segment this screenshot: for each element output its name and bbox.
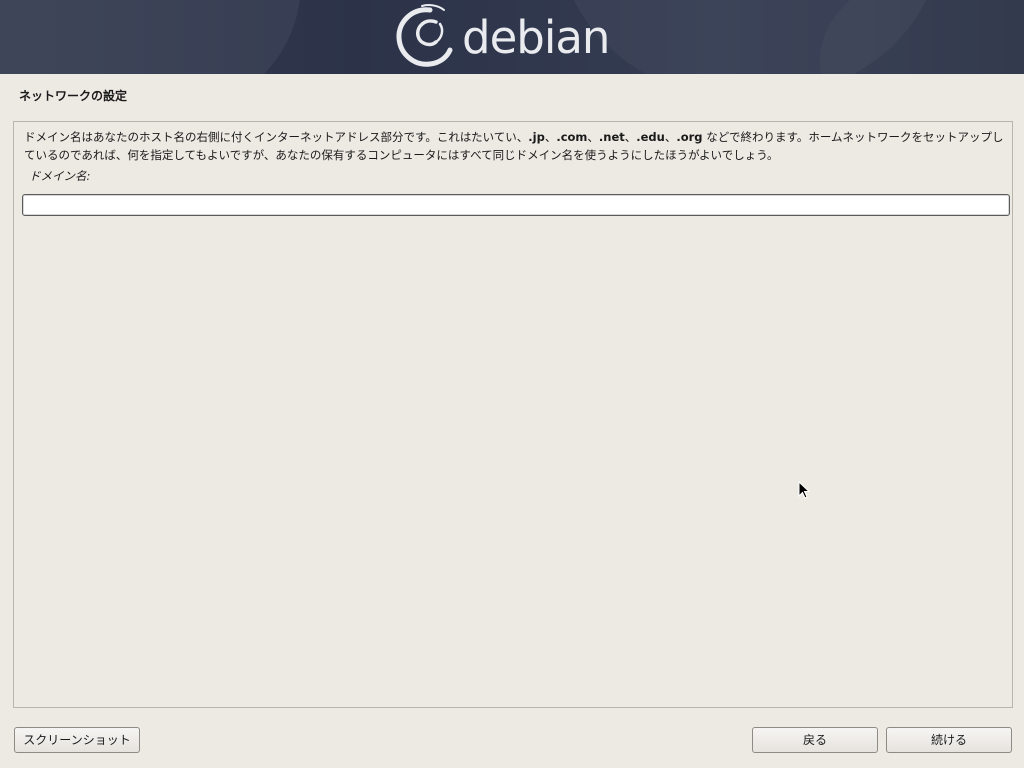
debian-swirl-icon (396, 4, 453, 67)
debian-logo: debian (392, 2, 610, 72)
logo-text: debian (462, 10, 610, 64)
screenshot-button[interactable]: スクリーンショット (14, 727, 140, 753)
description-segment: 、 (587, 130, 599, 144)
banner-decoration (0, 0, 300, 74)
description-segment: 、 (544, 130, 557, 144)
tld-example: .jp (528, 130, 545, 144)
description-segment: 、 (664, 130, 677, 144)
description-segment: 、 (624, 130, 637, 144)
page-title: ネットワークの設定 (19, 89, 128, 103)
tld-example: .com (556, 130, 588, 144)
back-button[interactable]: 戻る (752, 727, 878, 753)
description-text: ドメイン名はあなたのホスト名の右側に付くインターネットアドレス部分です。これはた… (24, 128, 1004, 164)
content-panel: ドメイン名はあなたのホスト名の右側に付くインターネットアドレス部分です。これはた… (13, 121, 1013, 708)
tld-example: .net (598, 130, 625, 144)
domain-name-label: ドメイン名: (29, 169, 91, 183)
debian-banner: debian (0, 0, 1024, 74)
tld-example: .edu (636, 130, 665, 144)
banner-decoration (820, 0, 1024, 74)
description-segment: ドメイン名はあなたのホスト名の右側に付くインターネットアドレス部分です。これはた… (24, 130, 529, 144)
mouse-pointer-icon (798, 481, 810, 499)
domain-name-input[interactable] (22, 194, 1010, 216)
tld-example: .org (676, 130, 703, 144)
continue-button[interactable]: 続ける (886, 727, 1012, 753)
